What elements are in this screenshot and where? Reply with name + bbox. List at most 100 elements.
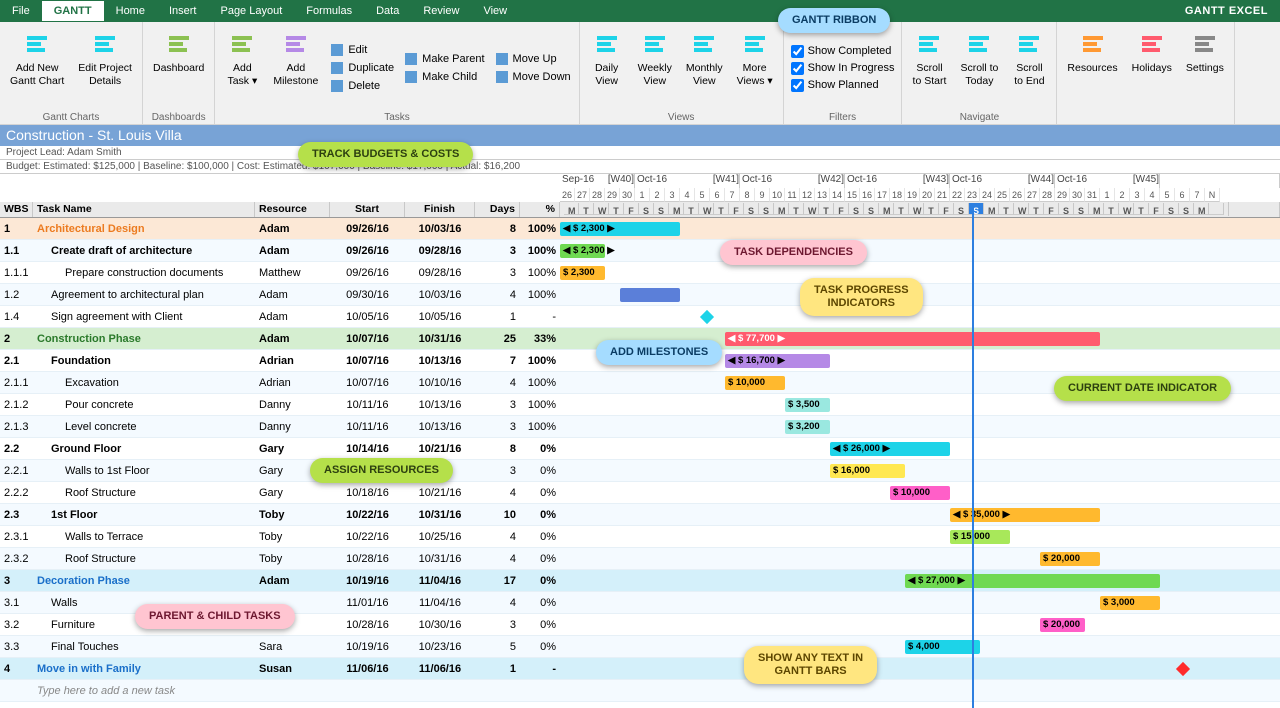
gantt-bar[interactable]: $ 10,000 xyxy=(725,376,785,390)
cell-task[interactable]: Excavation xyxy=(33,377,255,389)
tab-home[interactable]: Home xyxy=(104,1,157,21)
cell-resource[interactable]: Adrian xyxy=(255,355,330,367)
cell-finish[interactable]: 10/13/16 xyxy=(405,399,475,411)
move-up-button[interactable]: Move Up xyxy=(493,51,573,67)
cell-task[interactable]: Roof Structure xyxy=(33,487,255,499)
gantt-bar[interactable]: ◀ $ 2,300 ▶ xyxy=(560,222,680,236)
cell-start[interactable]: 10/19/16 xyxy=(330,575,405,587)
task-row[interactable]: 3 Decoration Phase Adam 10/19/16 11/04/1… xyxy=(0,570,1280,592)
cell-start[interactable]: 09/26/16 xyxy=(330,267,405,279)
cell-start[interactable]: 10/22/16 xyxy=(330,531,405,543)
cell-days[interactable]: 3 xyxy=(475,421,520,433)
cell-finish[interactable]: 10/10/16 xyxy=(405,377,475,389)
cell-finish[interactable]: 10/13/16 xyxy=(405,355,475,367)
cell-pct[interactable]: 0% xyxy=(520,619,560,631)
cell-pct[interactable]: 0% xyxy=(520,443,560,455)
cell-task[interactable]: Walls to 1st Floor xyxy=(33,465,255,477)
cell-start[interactable]: 11/06/16 xyxy=(330,663,405,675)
cell-days[interactable]: 5 xyxy=(475,641,520,653)
cell-pct[interactable]: 0% xyxy=(520,597,560,609)
task-row[interactable]: 2.2 Ground Floor Gary 10/14/16 10/21/16 … xyxy=(0,438,1280,460)
cell-pct[interactable]: 100% xyxy=(520,245,560,257)
col-pct[interactable]: % xyxy=(520,202,560,217)
gantt-bar[interactable]: $ 3,000 xyxy=(1100,596,1160,610)
cell-days[interactable]: 4 xyxy=(475,531,520,543)
task-row[interactable]: 2.2.2 Roof Structure Gary 10/18/16 10/21… xyxy=(0,482,1280,504)
cell-task[interactable]: Ground Floor xyxy=(33,443,255,455)
cell-days[interactable]: 3 xyxy=(475,619,520,631)
tab-data[interactable]: Data xyxy=(364,1,411,21)
cell-resource[interactable]: Sara xyxy=(255,641,330,653)
cell-days[interactable]: 4 xyxy=(475,377,520,389)
milestone-diamond[interactable] xyxy=(700,309,714,323)
cell-resource[interactable]: Adrian xyxy=(255,377,330,389)
cell-days[interactable]: 3 xyxy=(475,245,520,257)
cell-start[interactable]: 09/26/16 xyxy=(330,223,405,235)
cell-finish[interactable]: 10/21/16 xyxy=(405,443,475,455)
cell-pct[interactable]: 33% xyxy=(520,333,560,345)
gantt-bar[interactable]: $ 20,000 xyxy=(1040,618,1085,632)
cell-task[interactable]: Foundation xyxy=(33,355,255,367)
cell-resource[interactable]: Matthew xyxy=(255,267,330,279)
settings-button[interactable]: Settings xyxy=(1182,26,1228,110)
cell-days[interactable]: 8 xyxy=(475,443,520,455)
move-down-button[interactable]: Move Down xyxy=(493,69,573,85)
cell-days[interactable]: 1 xyxy=(475,311,520,323)
gantt-bar[interactable]: $ 3,200 xyxy=(785,420,830,434)
task-row[interactable]: 2.3 1st Floor Toby 10/22/16 10/31/16 10 … xyxy=(0,504,1280,526)
cell-start[interactable]: 10/19/16 xyxy=(330,641,405,653)
cell-task[interactable]: Type here to add a new task xyxy=(33,685,255,697)
col-resource[interactable]: Resource xyxy=(255,202,330,217)
task-row[interactable]: 2.3.1 Walls to Terrace Toby 10/22/16 10/… xyxy=(0,526,1280,548)
make-parent-button[interactable]: Make Parent xyxy=(402,51,486,67)
cell-task[interactable]: Pour concrete xyxy=(33,399,255,411)
cell-finish[interactable]: 10/25/16 xyxy=(405,531,475,543)
cell-finish[interactable]: 10/05/16 xyxy=(405,311,475,323)
show-completed-checkbox[interactable]: Show Completed xyxy=(790,44,896,59)
scroll-end-button[interactable]: Scrollto End xyxy=(1008,26,1050,110)
daily-view-button[interactable]: DailyView xyxy=(586,26,628,110)
cell-pct[interactable]: - xyxy=(520,663,560,675)
cell-days[interactable]: 3 xyxy=(475,267,520,279)
monthly-view-button[interactable]: MonthlyView xyxy=(682,26,727,110)
edit-project-button[interactable]: Edit ProjectDetails xyxy=(74,26,136,110)
cell-finish[interactable]: 10/30/16 xyxy=(405,619,475,631)
task-row[interactable]: 4 Move in with Family Susan 11/06/16 11/… xyxy=(0,658,1280,680)
cell-start[interactable]: 10/14/16 xyxy=(330,443,405,455)
dashboard-button[interactable]: Dashboard xyxy=(149,26,208,110)
tab-formulas[interactable]: Formulas xyxy=(294,1,364,21)
cell-task[interactable]: 1st Floor xyxy=(33,509,255,521)
cell-start[interactable]: 09/30/16 xyxy=(330,289,405,301)
task-row[interactable]: 1.2 Agreement to architectural plan Adam… xyxy=(0,284,1280,306)
tab-insert[interactable]: Insert xyxy=(157,1,209,21)
task-row[interactable]: 1.1 Create draft of architecture Adam 09… xyxy=(0,240,1280,262)
cell-days[interactable]: 25 xyxy=(475,333,520,345)
cell-pct[interactable]: 0% xyxy=(520,553,560,565)
gantt-bar[interactable] xyxy=(620,288,680,302)
cell-days[interactable]: 3 xyxy=(475,465,520,477)
add-new-gantt-button[interactable]: Add NewGantt Chart xyxy=(6,26,68,110)
cell-pct[interactable]: 0% xyxy=(520,575,560,587)
gantt-bar[interactable]: ◀ $ 27,000 ▶ xyxy=(905,574,1160,588)
resources-button[interactable]: Resources xyxy=(1063,26,1121,110)
gantt-bar[interactable]: ◀ $ 26,000 ▶ xyxy=(830,442,950,456)
cell-start[interactable]: 10/07/16 xyxy=(330,333,405,345)
tab-view[interactable]: View xyxy=(471,1,519,21)
cell-pct[interactable]: 100% xyxy=(520,267,560,279)
cell-start[interactable]: 10/11/16 xyxy=(330,421,405,433)
col-days[interactable]: Days xyxy=(475,202,520,217)
cell-pct[interactable]: 100% xyxy=(520,399,560,411)
gantt-bar[interactable]: $ 3,500 xyxy=(785,398,830,412)
milestone-diamond[interactable] xyxy=(1176,661,1190,675)
cell-task[interactable]: Prepare construction documents xyxy=(33,267,255,279)
cell-start[interactable]: 10/07/16 xyxy=(330,377,405,389)
gantt-bar[interactable]: $ 16,000 xyxy=(830,464,905,478)
edit-button[interactable]: Edit xyxy=(328,42,396,58)
cell-resource[interactable]: Adam xyxy=(255,223,330,235)
cell-task[interactable]: Move in with Family xyxy=(33,663,255,675)
cell-days[interactable]: 4 xyxy=(475,597,520,609)
cell-start[interactable]: 10/07/16 xyxy=(330,355,405,367)
gantt-bar[interactable]: $ 4,000 xyxy=(905,640,980,654)
task-row[interactable]: 2.2.1 Walls to 1st Floor Gary 3 0% $ 16,… xyxy=(0,460,1280,482)
cell-finish[interactable]: 11/04/16 xyxy=(405,597,475,609)
